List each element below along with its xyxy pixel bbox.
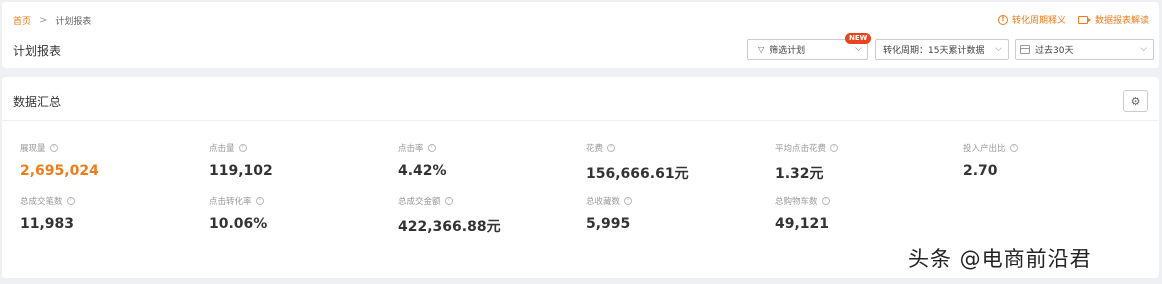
report-guide-label: 数据报表解读 bbox=[1094, 16, 1149, 26]
metric-click-conversion: 点击转化率? 10.06% bbox=[209, 195, 267, 232]
report-guide-link[interactable]: 数据报表解读 bbox=[1077, 13, 1149, 26]
new-badge: NEW bbox=[845, 33, 872, 44]
metric-label: 总购物车数 bbox=[775, 197, 818, 207]
metric-roi: 投入产出比? 2.70 bbox=[963, 142, 1018, 179]
metric-label: 展现量 bbox=[20, 144, 46, 154]
metric-value: 4.42% bbox=[398, 163, 447, 179]
metric-total-favorites: 总收藏数? 5,995 bbox=[586, 195, 633, 232]
help-icon[interactable]: ? bbox=[624, 197, 633, 205]
metric-value: 2,695,024 bbox=[20, 163, 99, 179]
metric-value: 11,983 bbox=[20, 216, 75, 232]
help-icon[interactable]: ? bbox=[1009, 144, 1018, 152]
breadcrumb-current: 计划报表 bbox=[55, 17, 92, 27]
metric-total-cart: 总购物车数? 49,121 bbox=[775, 195, 830, 232]
metric-spend: 花费? 156,666.61元 bbox=[586, 142, 689, 183]
conversion-period-value: 转化周期：15天累计数据 bbox=[883, 46, 985, 56]
metric-total-gmv: 总成交金额? 422,366.88元 bbox=[398, 195, 501, 236]
metric-label: 总成交笔数 bbox=[20, 197, 63, 207]
divider bbox=[2, 120, 1159, 121]
metric-value: 10.06% bbox=[209, 216, 268, 232]
funnel-icon: ▽ bbox=[758, 45, 765, 54]
help-icon[interactable]: ? bbox=[49, 144, 58, 152]
metric-total-orders: 总成交笔数? 11,983 bbox=[20, 195, 75, 232]
metric-label: 总收藏数 bbox=[586, 197, 621, 207]
help-icon[interactable]: ? bbox=[444, 197, 453, 205]
info-circle-icon: ! bbox=[997, 14, 1008, 25]
metric-clicks: 点击量? 119,102 bbox=[209, 142, 273, 179]
calendar-icon bbox=[1020, 45, 1030, 54]
metric-ctr: 点击率? 4.42% bbox=[398, 142, 447, 179]
metric-value: 49,121 bbox=[775, 216, 830, 232]
chevron-down-icon: ⌵ bbox=[855, 44, 862, 54]
metric-value: 2.70 bbox=[963, 163, 998, 179]
breadcrumb-separator: > bbox=[39, 15, 48, 26]
date-range-value: 过去30天 bbox=[1035, 46, 1074, 56]
help-icon[interactable]: ? bbox=[607, 144, 616, 152]
metric-label: 点击转化率 bbox=[209, 197, 252, 207]
conversion-cycle-help-link[interactable]: ! 转化周期释义 bbox=[997, 13, 1066, 26]
metric-value: 5,995 bbox=[586, 216, 631, 232]
help-icon[interactable]: ? bbox=[66, 197, 75, 205]
metric-label: 点击率 bbox=[398, 144, 424, 154]
header-panel: 首页 > 计划报表 计划报表 ! 转化周期释义 数据报表解读 ▽ 筛选计划 ⌵ … bbox=[2, 2, 1159, 68]
help-icon[interactable]: ? bbox=[255, 197, 264, 205]
top-links: ! 转化周期释义 数据报表解读 bbox=[997, 13, 1149, 26]
breadcrumb: 首页 > 计划报表 bbox=[13, 14, 91, 27]
gear-icon: ⚙ bbox=[1130, 94, 1141, 108]
metric-label: 总成交金额 bbox=[398, 197, 441, 207]
metric-impressions: 展现量? 2,695,024 bbox=[20, 142, 99, 179]
filter-plan-label: 筛选计划 bbox=[769, 46, 806, 56]
metric-value: 422,366.88元 bbox=[398, 219, 501, 235]
watermark: 头条 @电商前沿君 bbox=[908, 247, 1092, 271]
section-title: 数据汇总 bbox=[13, 95, 62, 109]
help-icon[interactable]: ? bbox=[830, 144, 839, 152]
metric-avg-cpc: 平均点击花费? 1.32元 bbox=[775, 142, 839, 183]
chevron-down-icon: ⌵ bbox=[995, 44, 1002, 54]
metric-value: 1.32元 bbox=[775, 166, 824, 182]
metric-label: 平均点击花费 bbox=[775, 144, 827, 154]
metric-label: 投入产出比 bbox=[963, 144, 1006, 154]
conversion-period-select[interactable]: 转化周期：15天累计数据 ⌵ bbox=[875, 39, 1009, 60]
date-range-select[interactable]: 过去30天 ⌵ bbox=[1015, 39, 1154, 60]
metric-value: 119,102 bbox=[209, 163, 273, 179]
metric-value: 156,666.61元 bbox=[586, 166, 689, 182]
metric-label: 点击量 bbox=[209, 144, 235, 154]
breadcrumb-home-link[interactable]: 首页 bbox=[13, 14, 31, 27]
metric-label: 花费 bbox=[586, 144, 604, 154]
help-icon[interactable]: ? bbox=[821, 197, 830, 205]
page-title: 计划报表 bbox=[13, 44, 62, 58]
conversion-cycle-help-label: 转化周期释义 bbox=[1011, 16, 1066, 26]
settings-button[interactable]: ⚙ bbox=[1123, 90, 1148, 112]
video-icon bbox=[1077, 15, 1091, 24]
chevron-down-icon: ⌵ bbox=[1140, 44, 1147, 54]
help-icon[interactable]: ? bbox=[427, 144, 436, 152]
help-icon[interactable]: ? bbox=[238, 144, 247, 152]
